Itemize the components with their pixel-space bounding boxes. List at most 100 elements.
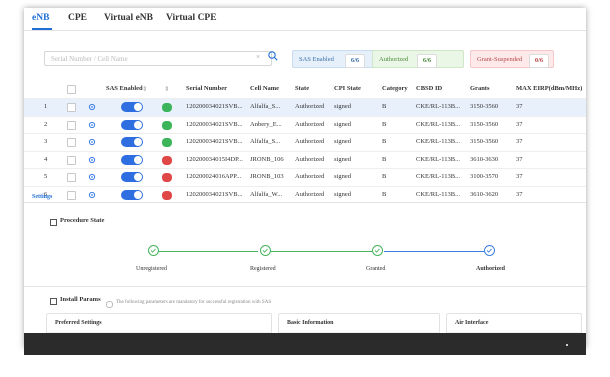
section-icon bbox=[50, 298, 57, 305]
sort-icon[interactable]: ⇕ bbox=[164, 85, 169, 93]
check-icon bbox=[260, 245, 271, 256]
gear-icon[interactable] bbox=[88, 156, 96, 164]
cbsd-id-cell: CKE/RL-113B... bbox=[416, 138, 460, 145]
cbsd-id-cell: CKE/RL-113B... bbox=[416, 120, 460, 128]
table-row[interactable]: 5 120200024016APP... JRONB_103 Authorized si… bbox=[24, 168, 586, 186]
sas-toggle[interactable] bbox=[121, 102, 143, 112]
cpi-state-cell: signed bbox=[334, 190, 351, 198]
state-cell: Authorized bbox=[295, 120, 325, 128]
row-number: 1 bbox=[44, 103, 48, 110]
table-row[interactable]: 6 120200034021SVB... Alfalfa_W... Authorize… bbox=[24, 185, 586, 204]
sas-toggle[interactable] bbox=[121, 137, 143, 147]
row-checkbox[interactable] bbox=[67, 155, 76, 165]
close-icon[interactable]: × bbox=[256, 53, 260, 61]
row-number: 5 bbox=[44, 173, 48, 180]
grants-cell: 3610-3620 bbox=[470, 190, 499, 198]
sas-toggle[interactable] bbox=[121, 119, 143, 130]
section-icon bbox=[50, 219, 57, 226]
cell-name-cell[interactable]: Anbery_E... bbox=[250, 121, 282, 128]
tab-virtual-cpe[interactable]: Virtual CPE bbox=[166, 13, 217, 23]
install-params-hint: The following parameters are mandatory f… bbox=[116, 300, 272, 305]
active-tab-indicator bbox=[32, 28, 52, 30]
cell-name-cell[interactable]: Alfalfa_S... bbox=[250, 138, 280, 145]
row-number: 2 bbox=[44, 120, 48, 128]
max-eirp-cell: 37 bbox=[516, 103, 523, 110]
panel-title: Basic Information bbox=[287, 320, 334, 326]
settings-link[interactable]: Settings bbox=[32, 194, 52, 200]
cbsd-id-cell: CKE/RL-113B... bbox=[416, 103, 460, 110]
row-checkbox[interactable] bbox=[67, 120, 76, 130]
cpi-state-cell: signed bbox=[334, 138, 351, 145]
category-cell: B bbox=[382, 120, 387, 128]
sas-toggle[interactable] bbox=[121, 189, 143, 200]
filter-count: 6/6 bbox=[417, 54, 437, 68]
filter-grant-suspended[interactable]: Grant-Suspended 0/6 bbox=[470, 50, 554, 68]
panel-title: Preferred Settings bbox=[55, 320, 102, 326]
col-cell-name[interactable]: Cell Name bbox=[250, 85, 279, 92]
col-grants[interactable]: Grants bbox=[470, 85, 490, 92]
cpi-state-cell: signed bbox=[334, 173, 351, 180]
cbsd-id-cell: CKE/RL-113B... bbox=[416, 173, 460, 180]
check-icon bbox=[484, 245, 495, 256]
col-cpi-state[interactable]: CPI State bbox=[334, 85, 361, 92]
serial-number-cell[interactable]: 120200024016APP... bbox=[186, 173, 241, 180]
category-cell: B bbox=[382, 103, 387, 110]
search-input[interactable]: Serial Number / Cell Name bbox=[44, 51, 272, 66]
filter-label: Authorized bbox=[379, 56, 409, 63]
select-all-checkbox[interactable] bbox=[67, 85, 76, 94]
gear-icon[interactable] bbox=[88, 191, 96, 199]
cell-name-cell[interactable]: Alfalfa_S... bbox=[250, 103, 280, 110]
col-state[interactable]: State bbox=[295, 85, 309, 92]
status-error-icon bbox=[162, 173, 172, 182]
tab-enb[interactable]: eNB bbox=[32, 13, 49, 23]
serial-number-cell[interactable]: 120200034021SVB... bbox=[186, 191, 243, 198]
progress-line bbox=[384, 251, 485, 252]
status-error-icon bbox=[162, 190, 172, 200]
filter-label: Grant-Suspended bbox=[477, 56, 523, 63]
install-params-title: Install Params bbox=[60, 296, 101, 303]
col-serial-number[interactable]: Serial Number bbox=[186, 85, 227, 92]
grants-cell: 3100-3570 bbox=[470, 173, 499, 180]
col-category[interactable]: Category bbox=[382, 85, 408, 92]
serial-number-cell[interactable]: 120200034021SVB... bbox=[186, 121, 243, 128]
panel-title: Air Interface bbox=[455, 320, 489, 326]
gear-icon[interactable] bbox=[88, 138, 96, 146]
sas-toggle[interactable] bbox=[121, 172, 143, 182]
table-row[interactable]: 4 120200034015I4DP... JRONB_106 Authorized s… bbox=[24, 150, 586, 169]
gear-icon[interactable] bbox=[88, 103, 96, 111]
sas-toggle[interactable] bbox=[121, 154, 143, 165]
serial-number-cell[interactable]: 120200034021SVB... bbox=[186, 138, 243, 145]
row-checkbox[interactable] bbox=[67, 103, 76, 112]
filter-authorized[interactable]: Authorized 6/6 bbox=[372, 50, 464, 68]
state-cell: Authorized bbox=[295, 138, 325, 145]
table-header: SAS Enabled ⇕ ⇕ Serial Number Cell Name … bbox=[24, 82, 586, 98]
search-icon[interactable] bbox=[268, 51, 278, 61]
step-registered: Registered bbox=[250, 266, 276, 272]
check-icon bbox=[148, 245, 159, 256]
cell-name-cell[interactable]: Alfalfa_W... bbox=[250, 191, 282, 198]
col-cbsd-id[interactable]: CBSD ID bbox=[416, 85, 442, 92]
col-sas-enabled[interactable]: SAS Enabled bbox=[106, 85, 143, 92]
row-checkbox[interactable] bbox=[67, 190, 76, 200]
gear-icon[interactable] bbox=[88, 121, 96, 129]
table-row[interactable]: 2 120200034021SVB... Anbery_E... Authorized… bbox=[24, 115, 586, 134]
status-error-icon bbox=[162, 155, 172, 165]
row-checkbox[interactable] bbox=[67, 173, 76, 182]
tab-cpe[interactable]: CPE bbox=[68, 13, 87, 23]
gear-icon[interactable] bbox=[88, 173, 96, 181]
serial-number-cell[interactable]: 120200034021SVB... bbox=[186, 103, 243, 110]
col-max-eirp[interactable]: MAX EIRP(dBm/MHz) bbox=[516, 85, 582, 92]
table-row[interactable]: 3 120200034021SVB... Alfalfa_S... Authorize… bbox=[24, 133, 586, 151]
table-row[interactable]: 1 120200034021SVB... Alfalfa_S... Authorize… bbox=[24, 98, 586, 116]
tab-virtual-enb[interactable]: Virtual eNB bbox=[104, 13, 153, 23]
sort-icon[interactable]: ⇕ bbox=[142, 85, 147, 93]
progress-line bbox=[155, 251, 258, 252]
grants-cell: 3610-3630 bbox=[470, 155, 499, 163]
category-cell: B bbox=[382, 138, 387, 145]
serial-number-cell[interactable]: 120200034015I4DP... bbox=[186, 156, 243, 163]
divider bbox=[24, 286, 586, 287]
cell-name-cell[interactable]: JRONB_106 bbox=[250, 156, 284, 163]
step-unregistered: Unregistered bbox=[136, 266, 167, 272]
cell-name-cell[interactable]: JRONB_103 bbox=[250, 173, 284, 180]
row-checkbox[interactable] bbox=[67, 138, 76, 147]
